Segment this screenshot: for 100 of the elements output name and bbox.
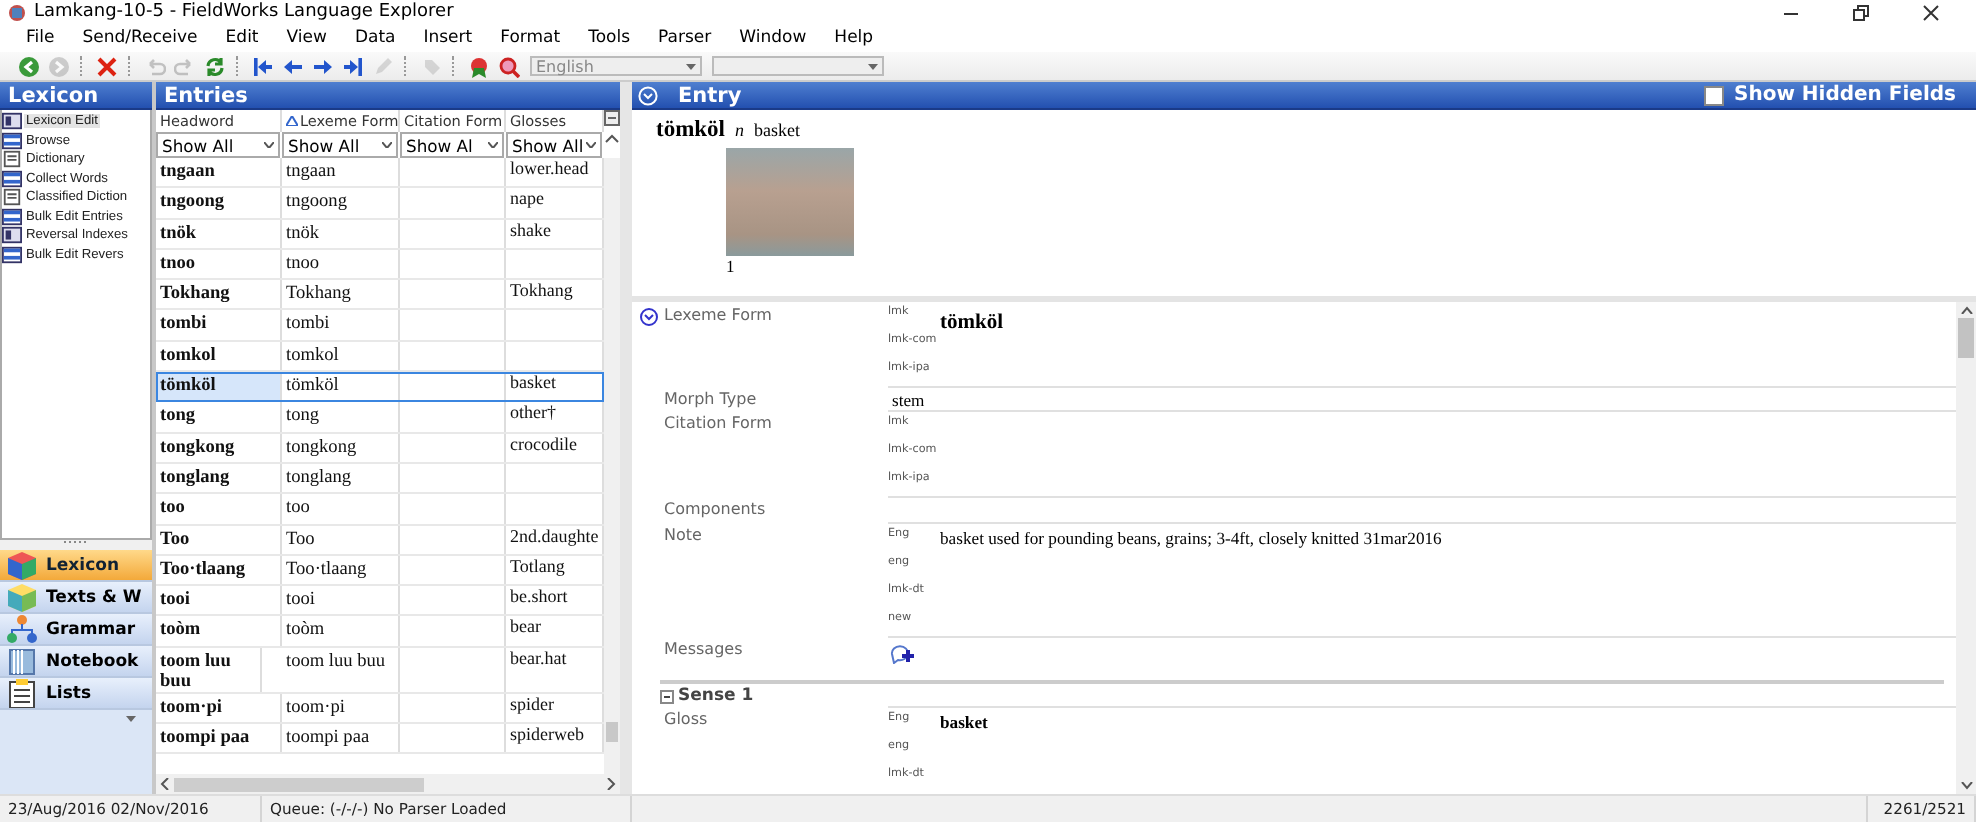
tool-icon xyxy=(2,112,22,131)
table-row[interactable]: too too xyxy=(156,494,604,526)
filter-combo[interactable]: Show All xyxy=(282,132,398,158)
table-cell: tngoong xyxy=(156,188,282,218)
field-label: Lexeme Form xyxy=(664,304,774,328)
menu-item[interactable]: Edit xyxy=(211,28,273,48)
picture-caption: 1 xyxy=(726,256,737,276)
menu-item[interactable]: File xyxy=(12,28,69,48)
column-chooser-icon[interactable] xyxy=(604,110,620,126)
menu-item[interactable]: View xyxy=(272,28,341,48)
table-row[interactable]: toom·pi toom·pi spider xyxy=(156,693,604,725)
back-button[interactable] xyxy=(16,54,40,78)
refresh-button[interactable] xyxy=(202,54,226,78)
menu-item[interactable]: Format xyxy=(486,28,575,48)
vertical-scrollbar[interactable] xyxy=(604,158,620,774)
table-row[interactable]: toòm toòm bear xyxy=(156,616,604,648)
horizontal-scrollbar[interactable] xyxy=(156,774,620,794)
area-button[interactable]: Texts & W xyxy=(0,582,152,614)
scroll-right-icon xyxy=(606,778,616,790)
pane-title: Lexicon xyxy=(0,82,152,110)
table-row[interactable]: tong tong other† xyxy=(156,402,604,434)
table-cell: toompi paa xyxy=(282,724,400,753)
menu-item[interactable]: Help xyxy=(820,28,888,48)
table-cell: tömköl xyxy=(282,372,400,401)
delete-button[interactable] xyxy=(94,54,118,78)
notebook-icon xyxy=(6,646,38,676)
table-cell: tnoo xyxy=(282,249,400,279)
table-row[interactable]: tömköl tömköl basket xyxy=(156,372,604,403)
table-row[interactable]: tongkong tongkong crocodile xyxy=(156,433,604,464)
table-row[interactable]: tooi tooi be.short xyxy=(156,586,604,617)
chevron-down-icon[interactable] xyxy=(126,716,136,722)
table-row[interactable]: tnoo tnoo xyxy=(156,249,604,281)
sort-arrow-icon xyxy=(286,116,298,126)
table-cell: Too xyxy=(156,525,282,554)
table-cell: Tokhang xyxy=(282,280,400,309)
menu-item[interactable]: Data xyxy=(340,28,410,48)
scroll-up-icon[interactable] xyxy=(604,132,620,144)
part-of-speech: n xyxy=(735,120,744,140)
cube-icon xyxy=(6,550,38,580)
section-title: Sense 1 xyxy=(678,686,754,706)
filter-combo[interactable]: Show All xyxy=(506,132,602,158)
checkbox-label[interactable]: Show Hidden Fields xyxy=(1734,84,1956,106)
menu-item[interactable]: Send/Receive xyxy=(68,28,212,48)
chevron-down-icon xyxy=(264,142,274,148)
table-row[interactable]: tombi tombi xyxy=(156,310,604,342)
table-cell: tong xyxy=(282,402,400,432)
table-cell: toom luu buu xyxy=(156,647,262,692)
scroll-thumb[interactable] xyxy=(1958,318,1974,358)
area-button[interactable]: Grammar xyxy=(0,614,152,646)
table-cell: tombi xyxy=(156,310,282,340)
filter-combo[interactable]: Show All xyxy=(156,132,280,158)
field-value[interactable]: tömköl xyxy=(940,302,1003,334)
collapse-box-icon[interactable] xyxy=(660,689,674,703)
table-cell: toompi paa xyxy=(156,724,282,753)
vertical-scrollbar[interactable] xyxy=(1956,302,1976,794)
menu-item[interactable]: Parser xyxy=(644,28,726,48)
table-row[interactable]: Too Too 2nd.daughte xyxy=(156,525,604,556)
table-cell: toòm xyxy=(156,616,282,646)
table-row[interactable]: Too·tlaang Too·tlaang Totlang xyxy=(156,555,604,587)
last-record-button[interactable] xyxy=(340,54,364,78)
table-cell: tngaan xyxy=(156,158,282,187)
scroll-left-icon xyxy=(160,778,170,790)
table-row[interactable]: tngoong tngoong nape xyxy=(156,188,604,220)
right-arrow-button[interactable] xyxy=(310,54,334,78)
magnifier-button[interactable] xyxy=(496,54,520,78)
table-row[interactable]: tngaan tngaan lower.head xyxy=(156,158,604,189)
table-row[interactable]: tnök tnök shake xyxy=(156,219,604,250)
table-cell: tömköl xyxy=(156,372,282,401)
checkbox[interactable] xyxy=(1704,85,1724,105)
table-row[interactable]: toom luu buu toom luu buu bear.hat xyxy=(156,647,604,694)
field-value[interactable]: basket used for pounding beans, grains; 3-4ft, closely knitted 31mar2016 xyxy=(940,524,1442,548)
add-comment-icon[interactable] xyxy=(890,644,916,664)
menu-item[interactable]: Insert xyxy=(409,28,487,48)
table-row[interactable]: Tokhang Tokhang Tokhang xyxy=(156,280,604,311)
menu-item[interactable]: Window xyxy=(725,28,821,48)
area-button[interactable]: Notebook xyxy=(0,646,152,678)
pane-title: Entries xyxy=(156,82,620,110)
table-row[interactable]: tomkol tomkol xyxy=(156,341,604,373)
menu-item[interactable]: Tools xyxy=(574,28,645,48)
table-cell: tong xyxy=(156,402,282,432)
table-row[interactable]: tonglang tonglang xyxy=(156,463,604,495)
area-button[interactable]: Lexicon xyxy=(0,550,152,582)
field-value[interactable]: basket xyxy=(940,708,988,732)
table-row[interactable]: toompi paa toompi paa spiderweb xyxy=(156,724,604,755)
photo-placeholder xyxy=(726,148,854,256)
filter-combo[interactable]: Show Al xyxy=(400,132,504,158)
field-value[interactable]: stem xyxy=(888,388,1956,410)
ribbon-button[interactable] xyxy=(466,54,490,78)
close-icon[interactable] xyxy=(1922,3,1940,21)
table-cell: Too xyxy=(282,525,400,554)
table-cell: toom·pi xyxy=(282,693,400,723)
area-button[interactable]: Lists xyxy=(0,678,152,710)
left-arrow-button[interactable] xyxy=(280,54,304,78)
expand-icon[interactable] xyxy=(640,308,658,326)
table-cell: tonglang xyxy=(282,463,400,493)
collapse-icon[interactable] xyxy=(638,85,658,105)
restore-icon[interactable] xyxy=(1852,3,1870,21)
clipboard-icon xyxy=(6,678,38,708)
first-record-button[interactable] xyxy=(250,54,274,78)
chevron-down-icon xyxy=(382,142,392,148)
